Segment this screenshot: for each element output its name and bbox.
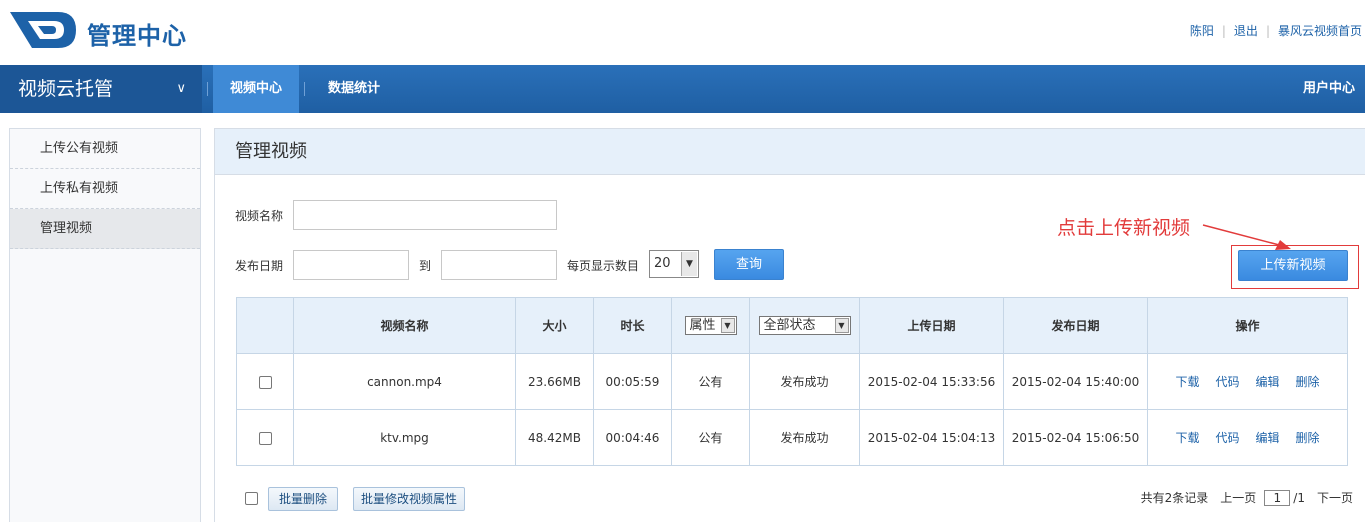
row-checkbox[interactable] <box>258 431 272 445</box>
user-center-link[interactable]: 用户中心 <box>1303 65 1355 113</box>
query-button[interactable]: 查询 <box>714 249 784 280</box>
cell-size: 48.42MB <box>515 409 594 466</box>
divider <box>304 82 305 96</box>
header-duration: 时长 <box>593 297 672 354</box>
divider: | <box>1221 23 1226 38</box>
cell-actions: 下载 代码 编辑 删除 <box>1147 409 1348 466</box>
user-link[interactable]: 陈阳 <box>1190 22 1214 39</box>
dropdown-arrow-icon: ▼ <box>681 252 697 276</box>
table-header-row: 视频名称 大小 时长 属性 ▼ 全部状态 ▼ 上传日期 发布日期 操作 <box>236 297 1348 354</box>
sidebar-item-upload-public[interactable]: 上传公有视频 <box>10 129 200 169</box>
app-title: 管理中心 <box>87 22 187 50</box>
cell-upload-date: 2015-02-04 15:33:56 <box>859 353 1004 410</box>
row-select-cell <box>236 353 294 410</box>
cell-name: ktv.mpg <box>293 409 516 466</box>
cell-publish-date: 2015-02-04 15:40:00 <box>1003 353 1148 410</box>
main-panel: 管理视频 视频名称 发布日期 到 每页显示数目 20 ▼ 查询 点击上传新视频 … <box>214 128 1365 522</box>
table-row: ktv.mpg 48.42MB 00:04:46 公有 发布成功 2015-02… <box>236 409 1348 466</box>
chevron-down-icon: ∨ <box>176 81 186 96</box>
attr-filter-value: 属性 <box>689 318 716 333</box>
page-title: 管理视频 <box>215 129 1365 175</box>
divider <box>207 82 208 96</box>
per-page-label: 每页显示数目 <box>567 259 640 273</box>
per-page-select[interactable]: 20 ▼ <box>649 250 699 278</box>
header-upload-date: 上传日期 <box>859 297 1004 354</box>
batch-modify-button[interactable]: 批量修改视频属性 <box>353 487 465 511</box>
total-records: 共有2条记录 <box>1140 491 1209 505</box>
publish-date-label: 发布日期 <box>235 259 284 273</box>
cell-upload-date: 2015-02-04 15:04:13 <box>859 409 1004 466</box>
cell-duration: 00:04:46 <box>593 409 672 466</box>
header-status: 全部状态 ▼ <box>749 297 860 354</box>
edit-link[interactable]: 编辑 <box>1256 375 1280 389</box>
cell-status: 发布成功 <box>749 353 860 410</box>
tab-video-center[interactable]: 视频中心 <box>213 65 299 113</box>
row-select-cell <box>236 409 294 466</box>
logo-icon <box>10 12 76 48</box>
page-number-input[interactable]: 1 <box>1264 489 1291 506</box>
delete-link[interactable]: 删除 <box>1296 431 1320 445</box>
code-link[interactable]: 代码 <box>1215 431 1239 445</box>
date-to-input[interactable] <box>441 250 557 280</box>
sidebar: 上传公有视频 上传私有视频 管理视频 <box>9 128 201 522</box>
nav-brand-dropdown[interactable]: 视频云托管 ∨ <box>0 65 202 113</box>
header-actions: 操作 <box>1147 297 1348 354</box>
cell-duration: 00:05:59 <box>593 353 672 410</box>
cell-attr: 公有 <box>671 409 750 466</box>
cell-size: 23.66MB <box>515 353 594 410</box>
sidebar-item-upload-private[interactable]: 上传私有视频 <box>10 169 200 209</box>
status-filter-select[interactable]: 全部状态 ▼ <box>758 316 851 335</box>
dropdown-arrow-icon: ▼ <box>720 318 735 333</box>
row-checkbox[interactable] <box>258 375 272 389</box>
top-header: 管理中心 陈阳 | 退出 | 暴风云视频首页 <box>0 0 1365 65</box>
select-all-checkbox[interactable] <box>245 492 258 505</box>
sidebar-item-manage[interactable]: 管理视频 <box>10 209 200 249</box>
edit-link[interactable]: 编辑 <box>1256 431 1280 445</box>
table-row: cannon.mp4 23.66MB 00:05:59 公有 发布成功 2015… <box>236 353 1348 410</box>
cell-publish-date: 2015-02-04 15:06:50 <box>1003 409 1148 466</box>
pagination: 共有2条记录 上一页 1 /1 下一页 <box>1141 489 1353 506</box>
logout-link[interactable]: 退出 <box>1234 22 1258 39</box>
delete-link[interactable]: 删除 <box>1296 375 1320 389</box>
header-publish-date: 发布日期 <box>1003 297 1148 354</box>
header-size: 大小 <box>515 297 594 354</box>
divider: | <box>1265 23 1270 38</box>
video-name-label: 视频名称 <box>235 209 284 223</box>
main-nav: 视频云托管 ∨ 视频中心 数据统计 用户中心 <box>0 65 1365 113</box>
status-filter-value: 全部状态 <box>763 318 816 333</box>
home-link[interactable]: 暴风云视频首页 <box>1278 22 1362 39</box>
date-from-input[interactable] <box>293 250 409 280</box>
batch-delete-button[interactable]: 批量删除 <box>268 487 338 511</box>
header-attr: 属性 ▼ <box>671 297 750 354</box>
nav-brand-label: 视频云托管 <box>18 78 114 100</box>
video-table: 视频名称 大小 时长 属性 ▼ 全部状态 ▼ 上传日期 发布日期 操作 cann… <box>236 297 1348 466</box>
upload-new-video-button[interactable]: 上传新视频 <box>1238 250 1348 281</box>
cell-status: 发布成功 <box>749 409 860 466</box>
code-link[interactable]: 代码 <box>1215 375 1239 389</box>
download-link[interactable]: 下载 <box>1175 431 1199 445</box>
annotation-text: 点击上传新视频 <box>1057 217 1191 239</box>
dropdown-arrow-icon: ▼ <box>834 318 849 333</box>
cell-name: cannon.mp4 <box>293 353 516 410</box>
cell-attr: 公有 <box>671 353 750 410</box>
download-link[interactable]: 下载 <box>1175 375 1199 389</box>
video-name-input[interactable] <box>293 200 557 230</box>
attr-filter-select[interactable]: 属性 ▼ <box>684 316 737 335</box>
header-select <box>236 297 294 354</box>
page-total: /1 <box>1293 490 1305 505</box>
header-name: 视频名称 <box>293 297 516 354</box>
per-page-value: 20 <box>654 256 671 271</box>
tab-statistics[interactable]: 数据统计 <box>310 65 398 113</box>
prev-page-link[interactable]: 上一页 <box>1220 489 1256 506</box>
top-links: 陈阳 | 退出 | 暴风云视频首页 <box>1190 22 1362 39</box>
cell-actions: 下载 代码 编辑 删除 <box>1147 353 1348 410</box>
date-to-label: 到 <box>419 259 432 273</box>
next-page-link[interactable]: 下一页 <box>1317 489 1353 506</box>
